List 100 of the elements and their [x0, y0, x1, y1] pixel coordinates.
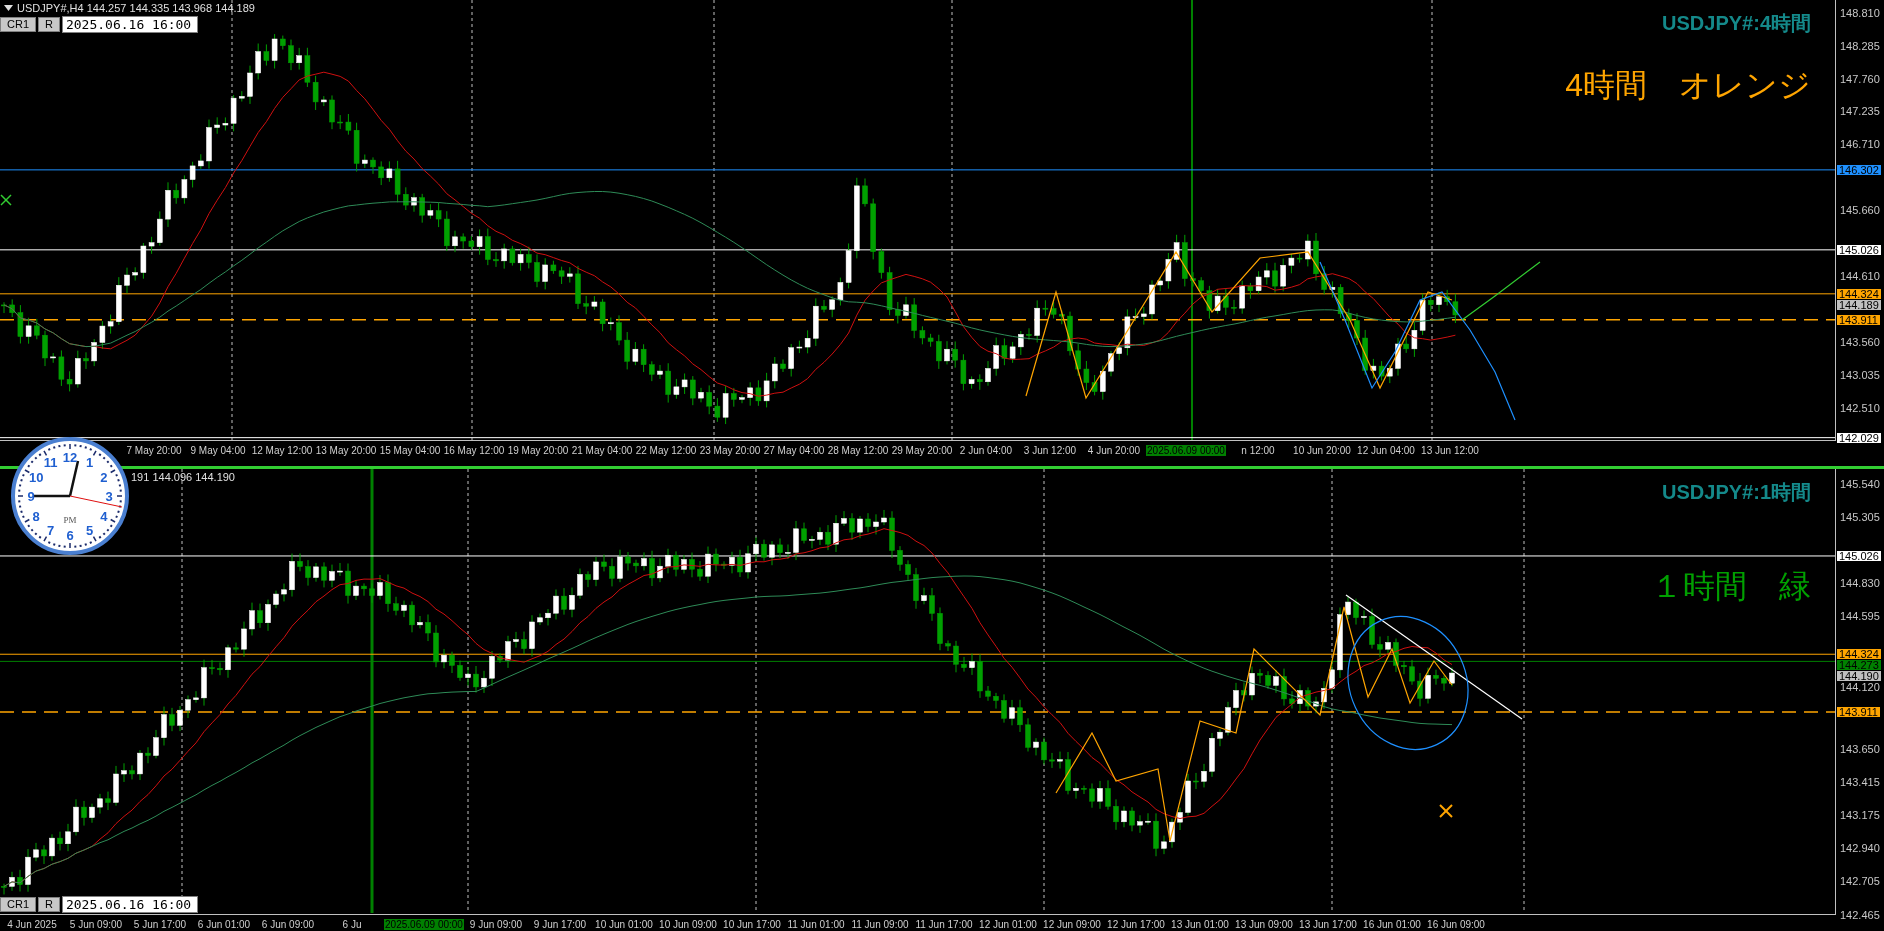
time-label: n 12:00 — [1240, 445, 1276, 456]
clock-numeral: 3 — [105, 489, 113, 504]
time-label: 7 May 20:00 — [125, 445, 183, 456]
toolbar-button[interactable]: R — [38, 17, 60, 32]
time-label: 9 May 04:00 — [189, 445, 247, 456]
time-label: 16 Jun 01:00 — [1362, 919, 1422, 930]
price-tick-label: 145.305 — [1840, 511, 1880, 522]
time-cursor-label: 2025.06.09 00:00 — [384, 919, 464, 930]
toolbar-button[interactable]: R — [38, 897, 60, 912]
chart-note: 4時間 オレンジ — [1565, 66, 1811, 105]
price-tick-label: 147.760 — [1840, 73, 1880, 84]
price-label: 144.324 — [1837, 288, 1881, 299]
time-label: 11 Jun 17:00 — [914, 919, 974, 930]
time-label: 5 Jun 09:00 — [68, 919, 124, 930]
time-label: 12 Jun 17:00 — [1106, 919, 1166, 930]
clock-period-label: PM — [63, 515, 77, 525]
toolbar-button[interactable]: CR1 — [0, 17, 36, 32]
price-label: 144.189 — [1837, 299, 1881, 310]
time-label: 12 Jun 09:00 — [1042, 919, 1102, 930]
price-tick-label: 148.285 — [1840, 40, 1880, 51]
price-tick-label: 144.120 — [1840, 682, 1880, 693]
time-label: 28 May 12:00 — [826, 445, 890, 456]
time-label: 10 Jun 17:00 — [722, 919, 782, 930]
time-label: 3 Jun 12:00 — [1022, 445, 1078, 456]
time-label: 9 Jun 09:00 — [468, 919, 524, 930]
clock-numeral: 10 — [29, 469, 44, 485]
clock-numeral: 8 — [32, 508, 40, 524]
time-cursor-label: 2025.06.09 00:00 — [1146, 445, 1226, 456]
time-label: 13 Jun 12:00 — [1420, 445, 1480, 456]
chart-title: USDJPY#:1時間 — [1662, 480, 1811, 505]
clock-numeral: 2 — [100, 469, 108, 485]
time-label: 11 Jun 01:00 — [786, 919, 846, 930]
time-label: 10 Jun 09:00 — [658, 919, 718, 930]
time-label: 11 Jun 09:00 — [850, 919, 910, 930]
date-field[interactable]: 2025.06.16 16:00 — [61, 16, 198, 33]
symbol-info-text: 191 144.096 144.190 — [131, 471, 235, 483]
price-tick-label: 143.560 — [1840, 336, 1880, 347]
time-label: 2 Jun 04:00 — [958, 445, 1014, 456]
time-label: 10 Jun 01:00 — [594, 919, 654, 930]
price-tick-label: 142.705 — [1840, 875, 1880, 886]
price-label: 146.302 — [1837, 164, 1881, 175]
time-label: 13 Jun 17:00 — [1298, 919, 1358, 930]
price-tick-label: 143.175 — [1840, 810, 1880, 821]
time-label: 4 Jun 2025 — [6, 919, 58, 930]
time-label: 16 Jun 09:00 — [1426, 919, 1486, 930]
time-label: 13 Jun 01:00 — [1170, 919, 1230, 930]
chart-title: USDJPY#:4時間 — [1662, 11, 1811, 36]
time-label: 6 Jun 01:00 — [196, 919, 252, 930]
time-label: 6 Jun 09:00 — [260, 919, 316, 930]
clock-numeral: 11 — [43, 455, 58, 471]
clock-numeral: 12 — [62, 450, 78, 465]
price-label: 143.911 — [1837, 314, 1880, 325]
time-label: 23 May 20:00 — [698, 445, 762, 456]
price-label: 145.026 — [1837, 244, 1881, 255]
price-tick-label: 142.940 — [1840, 843, 1880, 853]
price-tick-label: 146.710 — [1840, 139, 1880, 150]
price-tick-label: 142.465 — [1840, 909, 1880, 920]
time-label: 12 May 12:00 — [250, 445, 314, 456]
chart-note: １時間 緑 — [1651, 567, 1811, 606]
price-tick-label: 145.660 — [1840, 205, 1880, 216]
price-label: 142.029 — [1837, 432, 1881, 443]
price-tick-label: 145.540 — [1840, 479, 1880, 489]
time-label: 10 Jun 20:00 — [1292, 445, 1352, 456]
price-tick-label: 143.035 — [1840, 369, 1880, 380]
time-label: 5 Jun 17:00 — [132, 919, 188, 930]
clock-numeral: 6 — [66, 528, 74, 543]
time-label: 19 May 20:00 — [506, 445, 570, 456]
price-tick-label: 144.830 — [1840, 578, 1880, 589]
clock-numeral: 7 — [46, 522, 55, 538]
time-label: 12 Jun 04:00 — [1356, 445, 1416, 456]
price-label: 145.026 — [1837, 550, 1881, 561]
time-label: 13 May 20:00 — [314, 445, 378, 456]
time-label: 29 May 20:00 — [890, 445, 954, 456]
date-field[interactable]: 2025.06.16 16:00 — [61, 896, 198, 913]
clock-numeral: 1 — [85, 455, 94, 471]
time-label: 13 Jun 09:00 — [1234, 919, 1294, 930]
clock-numeral: 9 — [27, 489, 35, 504]
clock-numeral: 4 — [100, 508, 108, 524]
clock-numeral: 5 — [85, 522, 94, 538]
symbol-info-text: USDJPY#,H4 144.257 144.335 143.968 144.189 — [17, 2, 255, 14]
price-tick-label: 148.810 — [1840, 7, 1880, 18]
price-tick-label: 143.415 — [1840, 776, 1880, 787]
time-label: 22 May 12:00 — [634, 445, 698, 456]
price-tick-label: 144.595 — [1840, 611, 1880, 622]
time-label: 9 Jun 17:00 — [532, 919, 588, 930]
time-label: 16 May 12:00 — [442, 445, 506, 456]
toolbar-button[interactable]: CR1 — [0, 897, 36, 912]
time-label: 6 Ju — [341, 919, 363, 930]
price-label: 144.190 — [1837, 671, 1881, 682]
time-label: 21 May 04:00 — [570, 445, 634, 456]
time-label: 12 Jun 01:00 — [978, 919, 1038, 930]
time-label: 27 May 04:00 — [762, 445, 826, 456]
price-tick-label: 143.650 — [1840, 743, 1880, 754]
price-label: 143.911 — [1837, 707, 1880, 718]
price-label: 144.324 — [1837, 649, 1881, 660]
time-label: 4 Jun 20:00 — [1086, 445, 1142, 456]
price-tick-label: 144.610 — [1840, 270, 1880, 281]
price-tick-label: 147.235 — [1840, 106, 1880, 117]
time-label: 15 May 04:00 — [378, 445, 442, 456]
price-tick-label: 142.510 — [1840, 402, 1880, 413]
